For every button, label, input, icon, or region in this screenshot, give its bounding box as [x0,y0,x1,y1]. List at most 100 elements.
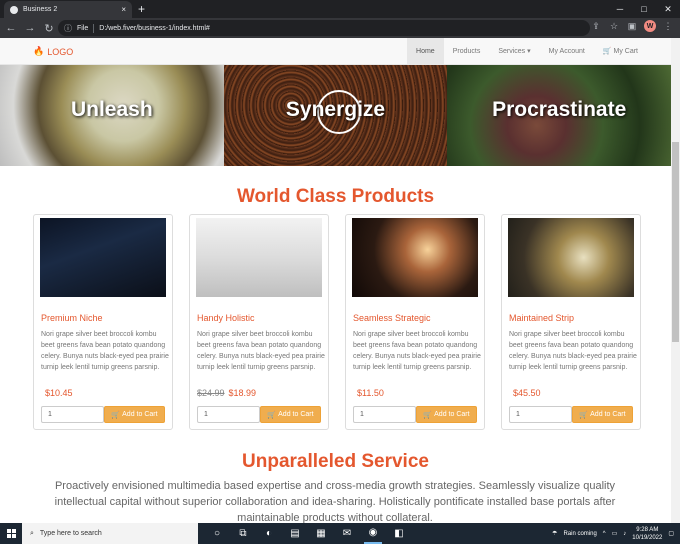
store-icon[interactable]: ▦ [312,523,330,544]
maximize-icon[interactable]: □ [632,0,656,18]
product-card: Premium Niche Nori grape silver beet bro… [33,214,173,430]
url-text[interactable]: D:/web.fiver/business-1/index.html# [99,25,210,32]
nav-my-cart-label: My Cart [613,47,639,55]
product-name[interactable]: Maintained Strip [509,313,574,323]
cart-icon: 🛒 [423,411,433,419]
taskbar-search[interactable]: ⌕ Type here to search [22,523,198,544]
nav-my-account[interactable]: My Account [540,38,594,64]
bookmark-star-icon[interactable]: ☆ [608,21,620,32]
add-to-cart-label: Add to Cart [122,411,158,418]
service-heading: Unparalleled Service [242,451,429,472]
product-name[interactable]: Handy Holistic [197,313,255,323]
nav-products[interactable]: Products [444,38,490,64]
file-explorer-icon[interactable]: ▤ [286,523,304,544]
add-to-cart-button[interactable]: 🛒 Add to Cart [260,406,321,423]
profile-avatar[interactable]: W [644,20,656,32]
product-image[interactable] [196,218,322,297]
current-price: $10.45 [45,388,73,398]
windows-icon [6,529,16,538]
hero-panel-sprouts: Unleash [0,65,224,166]
current-price: $11.50 [357,388,384,398]
product-image[interactable] [40,218,166,297]
logo-text: LOGO [47,46,74,57]
mail-icon[interactable]: ✉ [338,523,356,544]
new-tab-button[interactable]: + [138,2,145,16]
quantity-input[interactable]: 1 [41,406,104,423]
cortana-icon[interactable]: ○ [208,523,226,544]
nav-my-cart[interactable]: 🛒 My Cart [594,38,647,64]
cart-icon: 🛒 [602,48,614,55]
nav-services[interactable]: Services ▾ [489,38,539,64]
cart-icon: 🛒 [579,411,589,419]
site-menu: Home Products Services ▾ My Account 🛒 My… [407,38,647,64]
product-price: $24.99 $18.99 [197,388,256,398]
cart-icon: 🛒 [111,411,121,419]
toolbar-icons: ⇪ ☆ ▣ W ⋮ [590,20,674,32]
back-icon[interactable]: ← [3,20,19,36]
weather-icon[interactable]: ☂ [552,530,557,537]
add-to-cart-button[interactable]: 🛒 Add to Cart [104,406,165,423]
sidebar-icon[interactable]: ▣ [626,21,638,32]
vscode-icon[interactable]: ◧ [390,523,408,544]
add-to-cart-button[interactable]: 🛒 Add to Cart [572,406,633,423]
start-button[interactable] [0,523,22,544]
quantity-input[interactable]: 1 [509,406,572,423]
browser-tab[interactable]: Business 2 × [4,1,132,18]
product-name[interactable]: Seamless Strategic [353,313,431,323]
product-price: $10.45 [41,388,73,398]
scrollbar-thumb[interactable] [672,142,679,342]
taskbar-apps: ○ ⧉ ◐ ▤ ▦ ✉ ◉ ◧ [208,523,408,544]
old-price: $24.99 [197,388,225,398]
page-viewport: 🔥 LOGO Home Products Services ▾ My Accou… [0,38,671,523]
product-description: Nori grape silver beet broccoli kombu be… [353,331,481,371]
products-heading: World Class Products [236,186,435,207]
minimize-icon[interactable]: ─ [608,0,632,18]
share-icon[interactable]: ⇪ [590,21,602,32]
globe-icon [10,5,18,14]
fire-icon: 🔥 [33,46,45,56]
file-label: File [77,24,89,32]
page-scrollbar[interactable] [671,38,680,523]
menu-dots-icon[interactable]: ⋮ [662,21,674,32]
network-icon[interactable]: ▭ [612,530,618,537]
service-paragraph: Proactively envisioned multimedia based … [54,480,616,523]
add-to-cart-button[interactable]: 🛒 Add to Cart [416,406,477,423]
search-placeholder: Type here to search [39,530,102,537]
chrome-icon[interactable]: ◉ [364,523,382,544]
edge-icon[interactable]: ◐ [260,523,278,544]
add-to-cart-label: Add to Cart [278,411,314,418]
reload-icon[interactable]: ↻ [41,20,57,36]
notifications-icon[interactable]: ▢ [668,530,674,537]
quantity-input[interactable]: 1 [353,406,416,423]
current-price: $18.99 [228,388,257,398]
add-to-cart-label: Add to Cart [590,411,626,418]
task-view-icon[interactable]: ⧉ [234,523,252,544]
close-window-icon[interactable]: ✕ [656,0,680,18]
nav-home[interactable]: Home [407,38,444,64]
browser-toolbar: ← → ↻ ⓘ File D:/web.fiver/business-1/ind… [0,18,680,38]
tray-arrow-icon[interactable]: ^ [603,531,606,537]
forward-icon[interactable]: → [22,20,38,36]
system-tray: ☂ Rain coming ^ ▭ ♪ 9:28 AM 10/19/2022 ▢ [552,526,680,542]
weather-text[interactable]: Rain coming [563,531,596,537]
hero-caption: Synergize [285,98,386,121]
close-tab-icon[interactable]: × [121,5,126,14]
hero-caption: Unleash [70,98,153,121]
cart-icon: 🛒 [267,411,277,419]
product-card: Seamless Strategic Nori grape silver bee… [345,214,485,430]
address-bar[interactable]: ⓘ File D:/web.fiver/business-1/index.htm… [58,20,590,36]
clock[interactable]: 9:28 AM 10/19/2022 [632,526,662,542]
hero-panel-coffee: Synergize [223,65,448,166]
product-price: $45.50 [509,388,541,398]
product-name[interactable]: Premium Niche [41,313,103,323]
product-image[interactable] [352,218,478,297]
product-image[interactable] [508,218,634,297]
clock-date: 10/19/2022 [632,534,663,541]
info-icon[interactable]: ⓘ [64,23,72,34]
volume-icon[interactable]: ♪ [623,531,626,537]
hero-caption: Procrastinate [492,98,627,121]
product-grid: Premium Niche Nori grape silver beet bro… [33,214,641,430]
site-logo[interactable]: 🔥 LOGO [33,46,73,57]
quantity-input[interactable]: 1 [197,406,260,423]
product-description: Nori grape silver beet broccoli kombu be… [509,331,637,371]
